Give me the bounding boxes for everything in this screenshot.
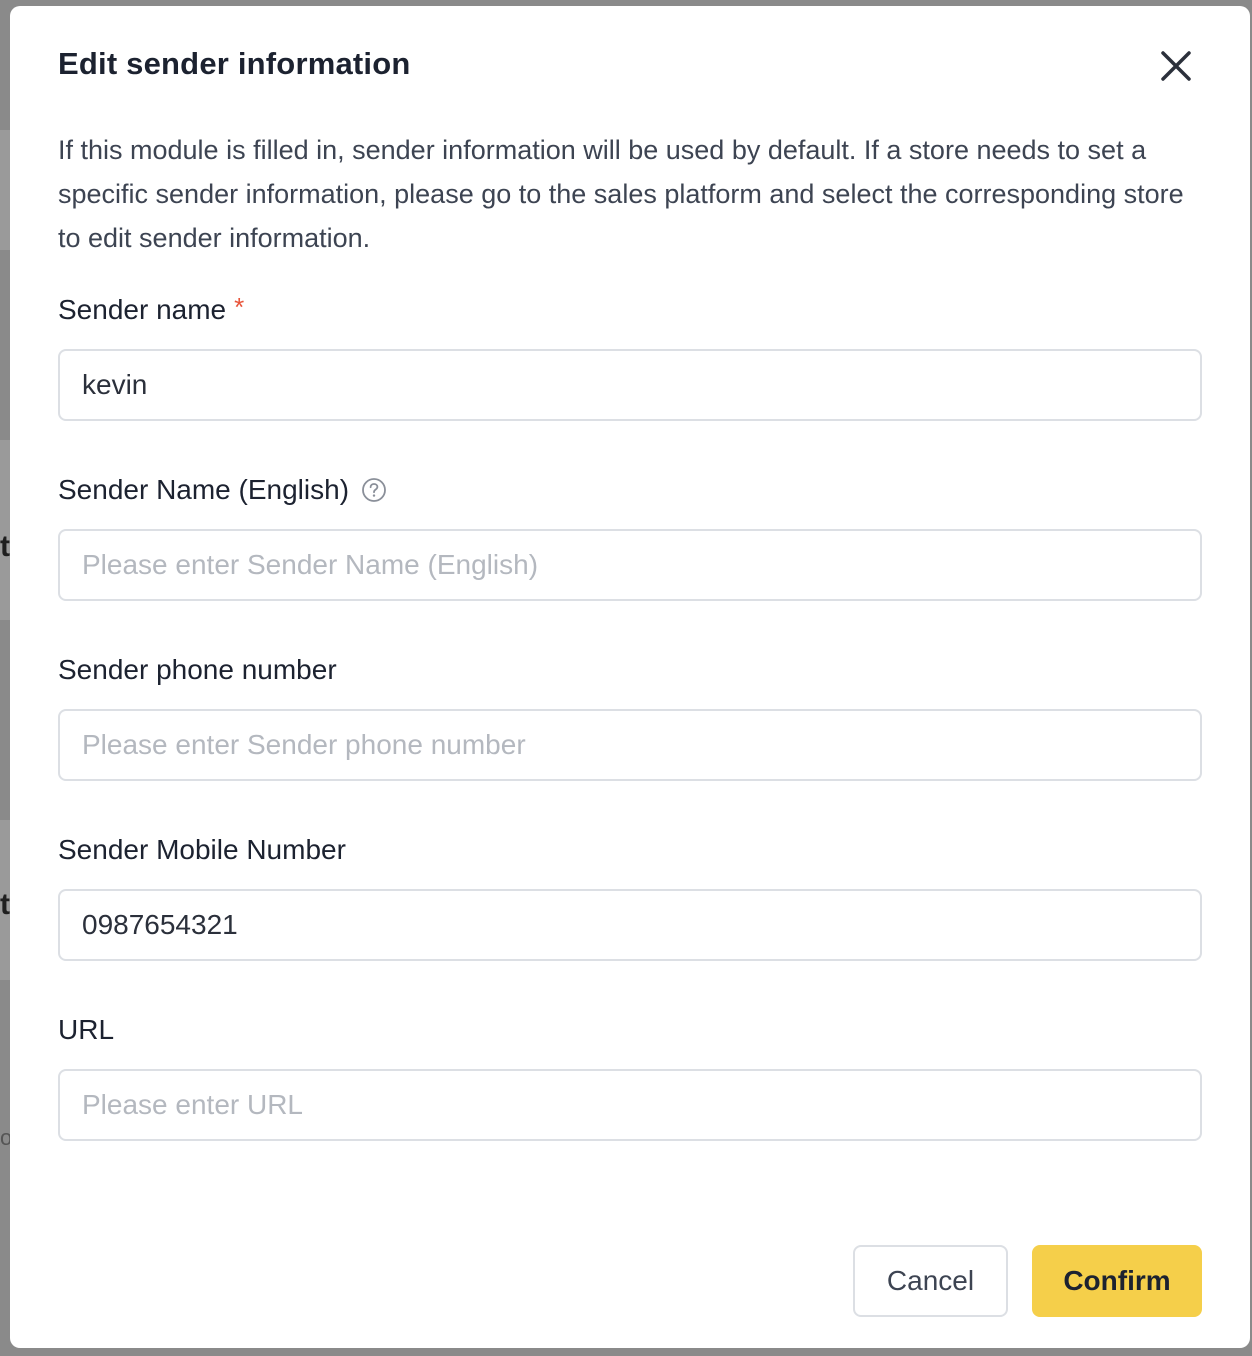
sender-name-label-text: Sender name: [58, 294, 227, 325]
sender-name-input[interactable]: [58, 349, 1202, 421]
url-label: URL: [58, 1014, 114, 1046]
sender-name-english-label: Sender Name (English): [58, 474, 387, 506]
sender-name-label: Sender name *: [58, 291, 245, 326]
sender-name-english-input[interactable]: [58, 529, 1202, 601]
sender-phone-label-text: Sender phone number: [58, 654, 337, 685]
sender-phone-input[interactable]: [58, 709, 1202, 781]
url-input[interactable]: [58, 1069, 1202, 1141]
cancel-button[interactable]: Cancel: [853, 1245, 1008, 1317]
sender-name-english-label-text: Sender Name (English): [58, 474, 350, 505]
close-button[interactable]: [1156, 46, 1196, 86]
sender-mobile-input[interactable]: [58, 889, 1202, 961]
backdrop-text-fragment: t: [0, 888, 10, 921]
sender-phone-label: Sender phone number: [58, 654, 337, 686]
dialog-title: Edit sender information: [58, 46, 411, 81]
url-label-text: URL: [58, 1014, 115, 1045]
question-circle-icon[interactable]: [361, 477, 387, 503]
sender-mobile-label-text: Sender Mobile Number: [58, 834, 346, 865]
dialog-description: If this module is filled in, sender info…: [58, 135, 1184, 253]
confirm-button[interactable]: Confirm: [1032, 1245, 1202, 1317]
close-icon: [1161, 51, 1191, 81]
edit-sender-dialog: Edit sender information If this module i…: [10, 6, 1250, 1348]
sender-mobile-label: Sender Mobile Number: [58, 834, 346, 866]
required-star: *: [234, 291, 245, 322]
backdrop-text-fragment: t: [0, 530, 10, 563]
